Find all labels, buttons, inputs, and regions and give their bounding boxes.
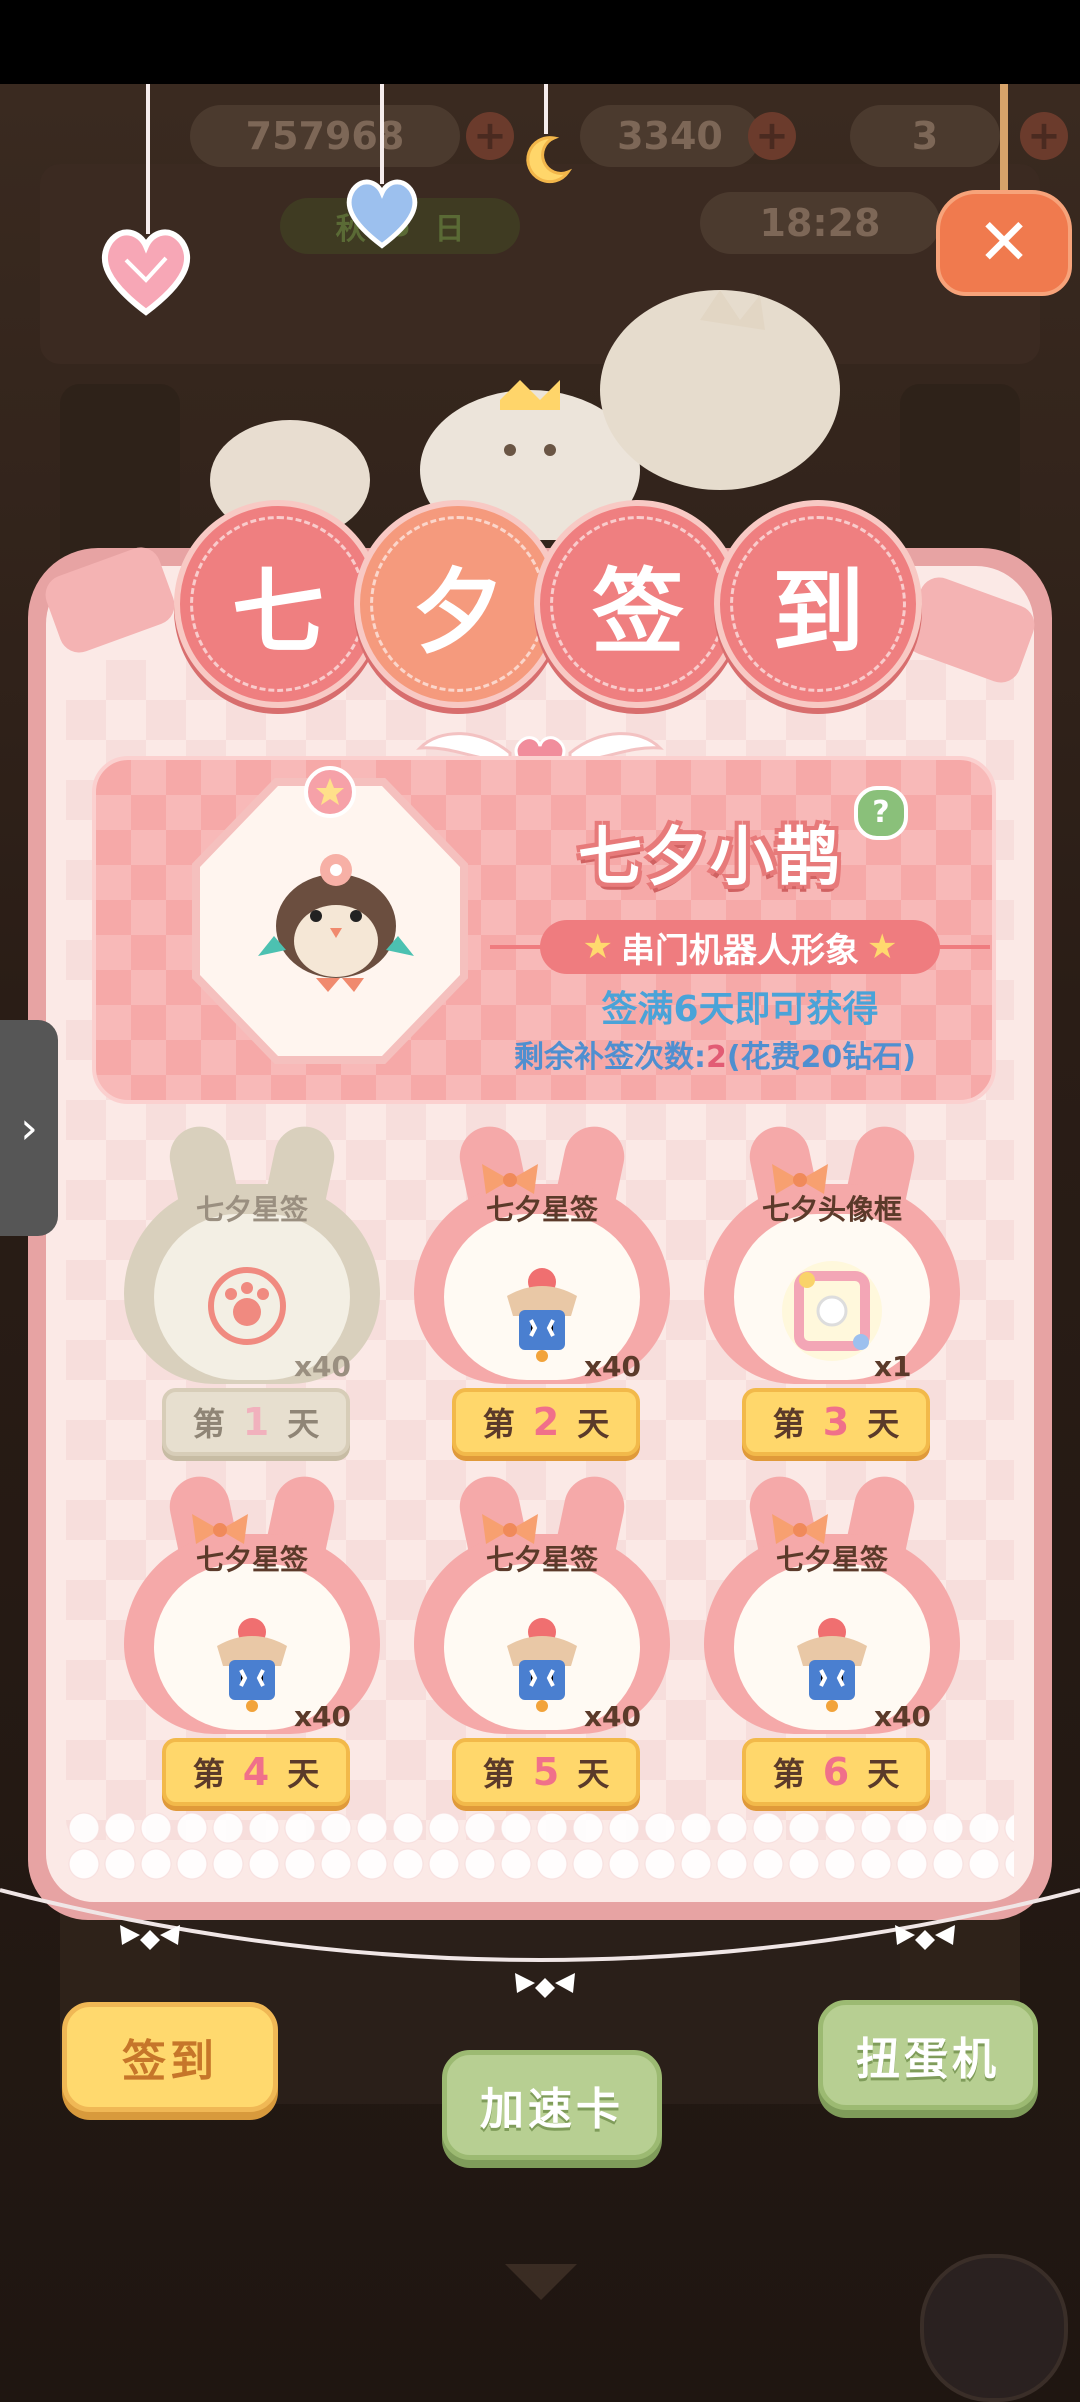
collapse-arrow-icon [505, 2264, 577, 2300]
moon-ornament-icon [526, 136, 573, 184]
side-expand-button[interactable]: › [0, 1020, 58, 1236]
help-button[interactable]: ? [854, 786, 908, 840]
title-char-2: 夕 [354, 500, 562, 708]
title-char-3: 签 [534, 500, 742, 708]
day-reward-card[interactable]: 七夕星签 x40 第 2 天 [414, 1121, 670, 1456]
status-bar [0, 0, 1080, 84]
star-charm-icon [487, 1256, 597, 1366]
title-char-4: 到 [714, 500, 922, 708]
reward-quantity: x40 [294, 1700, 352, 1733]
yarn-ball-icon [920, 2254, 1068, 2402]
chevron-right-icon: › [20, 1102, 38, 1154]
day-button[interactable]: 第3天 [742, 1388, 930, 1456]
day-reward-card[interactable]: 七夕星签 x40 第 4 天 [124, 1471, 380, 1806]
retro-checkin-text: 剩余补签次数:2(花费20钻石) [513, 1040, 917, 1075]
close-icon: ✕ [977, 206, 1031, 280]
reward-quantity: x1 [874, 1350, 912, 1383]
reward-quantity: x40 [874, 1700, 932, 1733]
reward-name: 七夕星签 [485, 1543, 598, 1576]
star-charm-icon [487, 1606, 597, 1716]
day-button[interactable]: 第1天 [162, 1388, 350, 1456]
day-reward-card[interactable]: 七夕星签 x40 第 1 天 [124, 1121, 380, 1456]
close-button[interactable]: ✕ [936, 190, 1072, 296]
clock-display: 18:28 [700, 192, 940, 254]
reward-name: 七夕头像框 [761, 1193, 902, 1226]
day-button[interactable]: 第4天 [162, 1738, 350, 1806]
reward-quantity: x40 [584, 1350, 642, 1383]
day-button[interactable]: 第2天 [452, 1388, 640, 1456]
gacha-machine-tab-button[interactable]: 扭蛋机 [818, 2000, 1038, 2110]
day-reward-card[interactable]: 七夕星签 x40 第 6 天 [704, 1471, 960, 1806]
reward-quantity: x40 [294, 1350, 352, 1383]
star-charm-icon [197, 1606, 307, 1716]
reward-condition-text: 签满6天即可获得 [601, 989, 879, 1030]
day-button[interactable]: 第5天 [452, 1738, 640, 1806]
reward-name: 七夕星签 [195, 1193, 308, 1226]
star-icon: ★ [867, 927, 898, 967]
star-badge-icon [304, 766, 356, 818]
lace-border [66, 1810, 1014, 1880]
add-gem-icon: + [1020, 112, 1068, 160]
add-fish-icon: + [748, 112, 796, 160]
hanging-rope [0, 1888, 1080, 1998]
checkin-tab-button[interactable]: 签到 [62, 2002, 278, 2112]
day-reward-card[interactable]: 七夕头像框 x1 第 3 天 [704, 1121, 960, 1456]
day-button[interactable]: 第6天 [742, 1738, 930, 1806]
star-charm-icon [777, 1606, 887, 1716]
day-reward-card[interactable]: 七夕星签 x40 第 5 天 [414, 1471, 670, 1806]
title-char-1: 七 [174, 500, 382, 708]
paw-stamp-icon [197, 1256, 307, 1366]
resource-banana-count: 757968 [190, 105, 460, 167]
pink-heart-ornament-icon [101, 229, 191, 316]
blue-heart-ornament-icon [346, 179, 418, 249]
reward-name: 七夕星签 [195, 1543, 308, 1576]
resource-gem-count: 3 [850, 105, 1000, 167]
reward-name: 七夕星签 [485, 1193, 598, 1226]
reward-quantity: x40 [584, 1700, 642, 1733]
cloud-creatures-decoration [210, 290, 840, 540]
resource-fish-count: 3340 [580, 105, 760, 167]
star-icon: ★ [582, 927, 613, 967]
speedup-card-tab-button[interactable]: 加速卡 [442, 2050, 662, 2160]
magpie-pet-icon [258, 854, 414, 992]
reward-type-ribbon: ★ 串门机器人形象 ★ [540, 920, 940, 974]
avatar-frame-icon [777, 1256, 887, 1366]
pet-name-title: 七夕小鹊 [578, 821, 842, 895]
add-banana-icon: + [466, 112, 514, 160]
reward-name: 七夕星签 [775, 1543, 888, 1576]
